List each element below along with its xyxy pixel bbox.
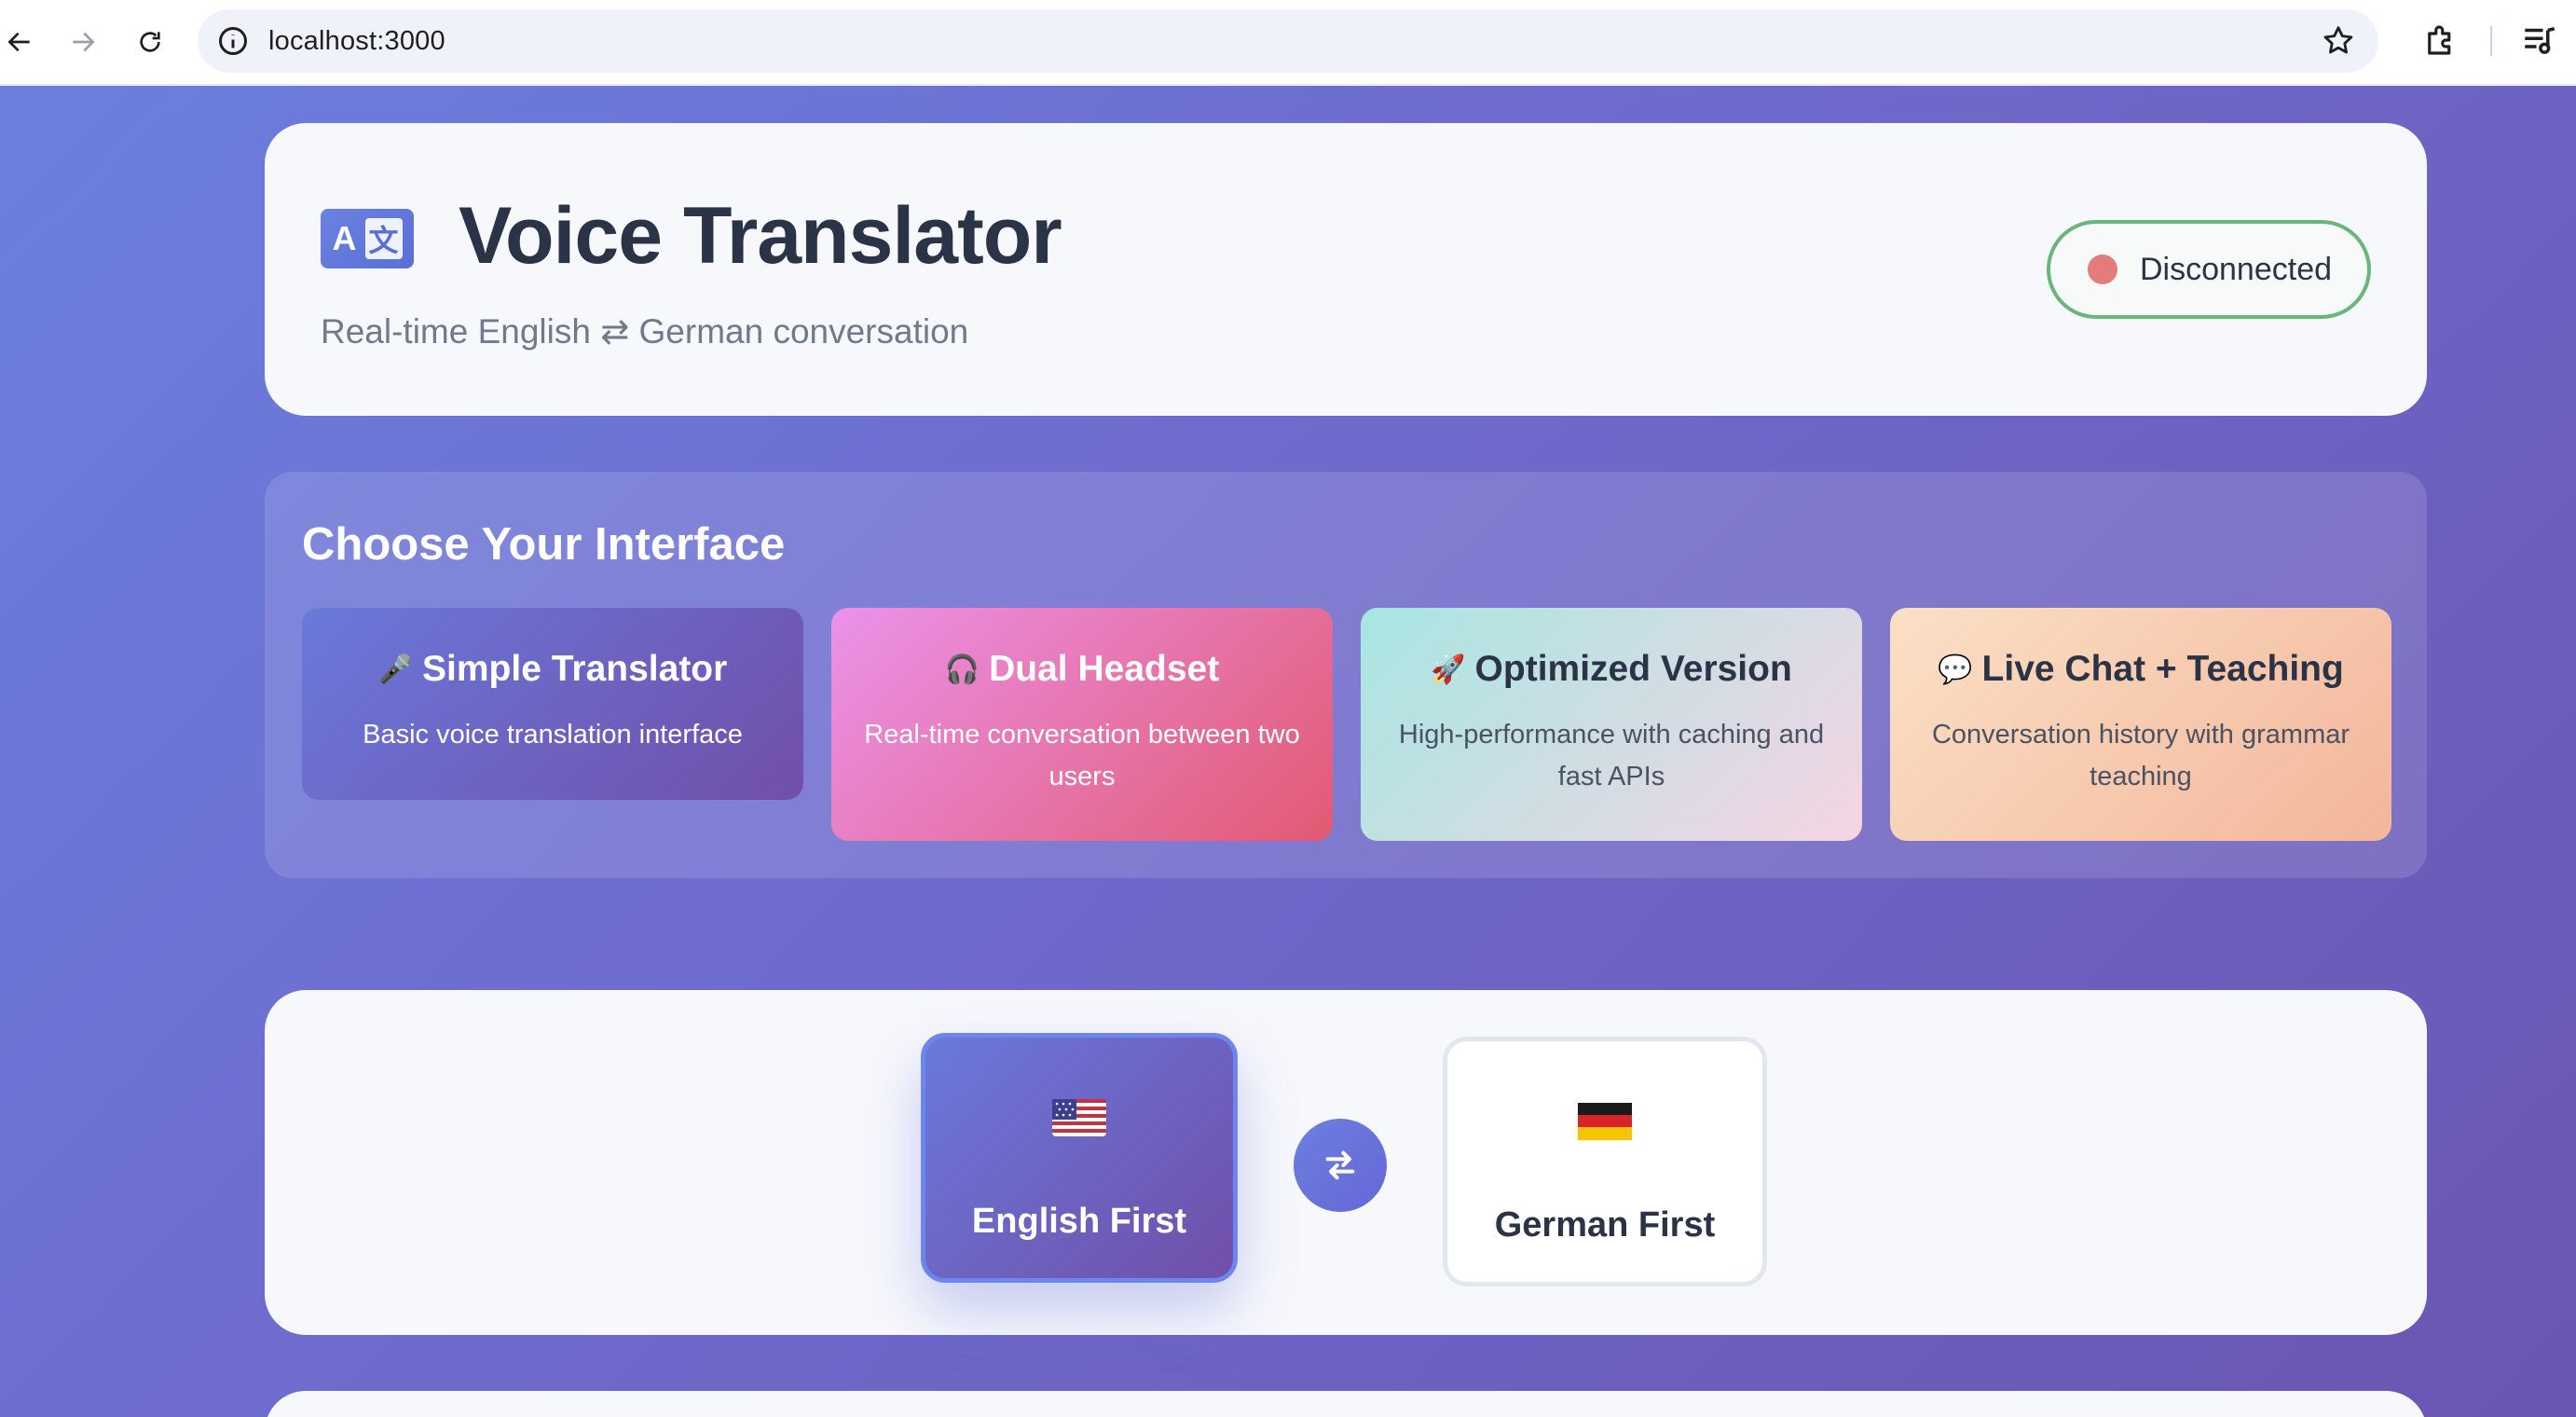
- option-title: Live Chat + Teaching: [1981, 649, 2344, 689]
- toolbar-divider: [2490, 26, 2492, 56]
- chooser-heading: Choose Your Interface: [302, 519, 786, 570]
- next-section-card: [265, 1391, 2427, 1417]
- page-background: A文 Voice Translator Real-time English ⇄ …: [0, 86, 2576, 1417]
- connection-status-badge: Disconnected: [2047, 220, 2371, 319]
- reload-icon[interactable]: [127, 19, 173, 65]
- option-description: Real-time conversation between two users: [864, 720, 1300, 791]
- address-bar[interactable]: localhost:3000: [198, 9, 2378, 73]
- option-description: Basic voice translation interface: [363, 720, 743, 750]
- option-title: Simple Translator: [422, 649, 728, 689]
- browser-toolbar: localhost:3000: [0, 0, 2576, 85]
- header-card: A文 Voice Translator Real-time English ⇄ …: [265, 123, 2427, 416]
- de-flag-icon: [1447, 1103, 1762, 1140]
- translate-icon: A文: [321, 209, 414, 268]
- extensions-icon[interactable]: [2421, 21, 2460, 60]
- forward-arrow-icon[interactable]: [60, 19, 106, 65]
- status-dot-icon: [2088, 255, 2117, 284]
- page-title: Voice Translator: [459, 191, 1062, 281]
- site-info-icon[interactable]: [216, 24, 250, 58]
- speech-bubble-icon: 💬: [1938, 653, 1973, 685]
- url-text[interactable]: localhost:3000: [268, 26, 445, 57]
- option-title: Dual Headset: [989, 649, 1220, 689]
- language-order-card: English First German First: [265, 990, 2427, 1335]
- interface-option-simple-translator[interactable]: 🎤 Simple Translator Basic voice translati…: [302, 608, 803, 800]
- option-title: Optimized Version: [1474, 649, 1792, 689]
- option-description: Conversation history with grammar teachi…: [1931, 720, 2350, 791]
- interface-option-optimized-version[interactable]: 🚀 Optimized Version High-performance with…: [1361, 608, 1862, 841]
- german-first-button[interactable]: German First: [1443, 1037, 1767, 1286]
- bookmark-star-icon[interactable]: [2321, 23, 2356, 59]
- option-description: High-performance with caching and fast A…: [1398, 720, 1825, 791]
- back-arrow-icon[interactable]: [0, 19, 43, 65]
- interface-option-dual-headset[interactable]: 🎧 Dual Headset Real-time conversation bet…: [831, 608, 1333, 841]
- interface-option-live-chat-teaching[interactable]: 💬 Live Chat + Teaching Conversation histo…: [1890, 608, 2391, 841]
- english-first-button[interactable]: English First: [921, 1033, 1238, 1283]
- media-controls-icon[interactable]: [2520, 21, 2559, 60]
- headphones-icon: 🎧: [944, 653, 980, 685]
- interface-chooser: Choose Your Interface 🎤 Simple Translator…: [265, 472, 2427, 878]
- german-first-label: German First: [1494, 1205, 1716, 1245]
- rocket-icon: 🚀: [1431, 653, 1466, 685]
- swap-arrows-icon[interactable]: [1294, 1119, 1387, 1212]
- microphone-icon: 🎤: [377, 653, 414, 685]
- page-subtitle: Real-time English ⇄ German conversation: [321, 312, 969, 351]
- english-first-label: English First: [971, 1202, 1187, 1241]
- us-flag-icon: [925, 1099, 1233, 1136]
- status-label: Disconnected: [2140, 251, 2333, 287]
